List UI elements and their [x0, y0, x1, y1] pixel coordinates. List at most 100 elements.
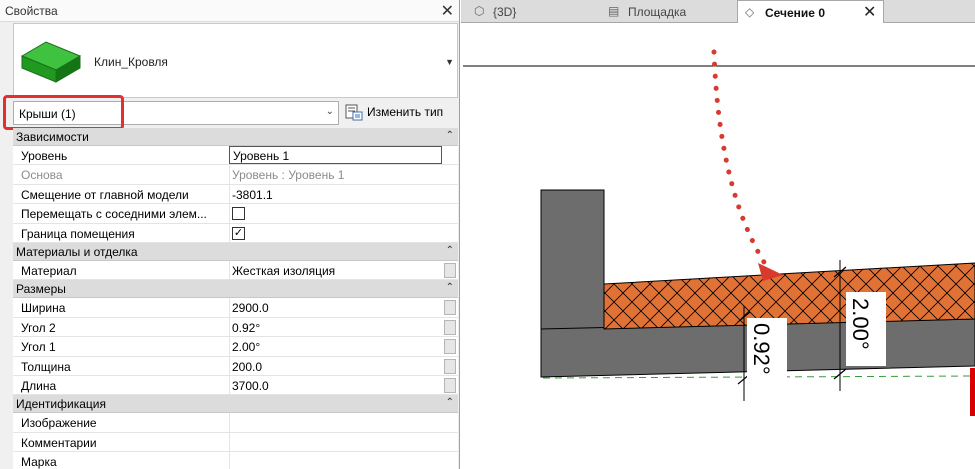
browse-button[interactable] [444, 339, 456, 355]
property-value[interactable]: 200.0 [232, 360, 262, 374]
property-value[interactable]: 2900.0 [232, 301, 269, 315]
collapse-icon[interactable]: ⌃ [446, 130, 454, 141]
browse-button[interactable] [444, 358, 456, 374]
property-row[interactable]: Ширина 2900.0 [13, 298, 458, 318]
browse-button[interactable] [444, 377, 456, 393]
edit-type-icon [345, 104, 363, 124]
property-value[interactable]: Жесткая изоляция [232, 264, 335, 278]
property-row[interactable]: Угол 1 2.00° [13, 337, 458, 357]
property-name: Угол 2 [21, 320, 56, 335]
property-group-header[interactable]: Зависимости ⌃ [13, 128, 458, 146]
dimension-label-left: 0.92° [749, 323, 774, 375]
property-row[interactable]: Угол 2 0.92° [13, 317, 458, 338]
tab-site[interactable]: ▤ Площадка [599, 0, 737, 23]
roof-type-thumbnail-icon [16, 26, 87, 95]
collapse-icon[interactable]: ⌃ [446, 397, 454, 408]
column-divider [229, 413, 230, 432]
property-row[interactable]: Материал Жесткая изоляция [13, 260, 458, 281]
property-row[interactable]: Граница помещения ✓ [13, 223, 458, 243]
property-group-header[interactable]: Материалы и отделка ⌃ [13, 242, 458, 261]
collapse-icon[interactable]: ⌃ [446, 245, 454, 256]
column-divider [229, 260, 230, 280]
property-name: Изображение [21, 416, 97, 431]
section-canvas: 0.92° 2.00° [463, 49, 975, 416]
3d-view-icon: ⬡ [474, 4, 485, 18]
tab-label: {3D} [493, 5, 517, 19]
group-label: Размеры [16, 282, 66, 297]
property-row[interactable]: Уровень Уровень 1 [13, 146, 458, 166]
edit-type-button[interactable]: Изменить тип [343, 101, 459, 125]
property-value[interactable]: Уровень : Уровень 1 [232, 168, 344, 182]
column-divider [229, 452, 230, 469]
properties-panel: Свойства ✕ Клин_Кровля ▼ Крыши (1) ⌄ Изм… [0, 0, 460, 469]
property-row[interactable]: Изображение [13, 413, 458, 433]
property-name: Основа [21, 168, 63, 183]
type-name: Клин_Кровля [94, 55, 168, 69]
insulation-hatch [604, 263, 975, 329]
property-checkbox[interactable]: ✓ [232, 226, 245, 240]
property-row[interactable]: Комментарии [13, 432, 458, 453]
property-name: Материал [21, 263, 77, 278]
dimension-label-right: 2.00° [848, 298, 873, 350]
property-row[interactable]: Смещение от главной модели -3801.1 [13, 184, 458, 205]
group-label: Материалы и отделка [16, 244, 138, 259]
property-group-header[interactable]: Размеры ⌃ [13, 280, 458, 299]
type-selector[interactable]: Клин_Кровля ▼ [13, 23, 458, 98]
browse-button[interactable] [444, 262, 456, 278]
column-divider [229, 356, 230, 375]
browse-button[interactable] [444, 319, 456, 335]
property-name: Длина [21, 378, 57, 393]
selection-edge-marker [970, 368, 975, 416]
close-icon[interactable]: ✕ [863, 2, 876, 22]
property-checkbox[interactable] [232, 207, 245, 221]
column-divider [229, 432, 230, 452]
properties-grid: Зависимости ⌃ Уровень Уровень 1 Основа Уровен… [13, 128, 458, 469]
property-name: Перемещать с соседними элем... [21, 207, 207, 222]
property-name: Комментарии [21, 435, 97, 450]
property-value[interactable]: Уровень 1 [229, 146, 442, 164]
property-value[interactable]: 2.00° [232, 340, 260, 354]
property-name: Смещение от главной модели [21, 187, 189, 202]
property-name: Толщина [21, 359, 71, 374]
column-divider [229, 165, 230, 184]
column-divider [229, 298, 230, 317]
column-divider [229, 204, 230, 223]
drawing-view: ⬡ {3D} ▤ Площадка ◇ Сечение 0 ✕ 0.92° 2.… [461, 0, 975, 469]
property-row[interactable]: Перемещать с соседними элем... [13, 204, 458, 224]
close-icon[interactable]: ✕ [441, 1, 454, 21]
parapet-wall[interactable] [540, 189, 605, 330]
property-name: Граница помещения [21, 226, 135, 241]
property-group-header[interactable]: Идентификация ⌃ [13, 395, 458, 414]
property-name: Уровень [21, 149, 68, 163]
property-name: Марка [21, 455, 57, 469]
property-row[interactable]: Марка [13, 452, 458, 469]
tab-3d[interactable]: ⬡ {3D} [461, 0, 599, 23]
chevron-down-icon[interactable]: ▼ [445, 57, 454, 67]
property-name: Угол 1 [21, 340, 56, 355]
filter-highlight-annotation [3, 95, 124, 130]
column-divider [229, 375, 230, 395]
column-divider [229, 317, 230, 337]
collapse-icon[interactable]: ⌃ [446, 282, 454, 293]
tab-section[interactable]: ◇ Сечение 0 ✕ [737, 0, 884, 23]
property-value[interactable]: -3801.1 [232, 188, 273, 202]
column-divider [229, 337, 230, 356]
property-row[interactable]: Длина 3700.0 [13, 375, 458, 396]
property-row[interactable]: Основа Уровень : Уровень 1 [13, 165, 458, 185]
annotation-arrow [711, 49, 783, 281]
edit-type-label: Изменить тип [367, 105, 444, 119]
column-divider [229, 223, 230, 242]
property-value[interactable]: 0.92° [232, 321, 260, 335]
section-view-icon: ◇ [745, 5, 755, 19]
view-tabbar: ⬡ {3D} ▤ Площадка ◇ Сечение 0 ✕ [461, 0, 975, 23]
floor-plan-icon: ▤ [608, 4, 620, 18]
properties-title: Свойства [5, 4, 58, 18]
chevron-down-icon[interactable]: ⌄ [326, 106, 334, 117]
tab-label: Сечение 0 [765, 6, 825, 20]
properties-titlebar: Свойства ✕ [0, 0, 459, 22]
property-row[interactable]: Толщина 200.0 [13, 356, 458, 376]
column-divider [229, 184, 230, 204]
group-label: Зависимости [16, 130, 89, 144]
property-value[interactable]: 3700.0 [232, 379, 269, 393]
browse-button[interactable] [444, 300, 456, 316]
